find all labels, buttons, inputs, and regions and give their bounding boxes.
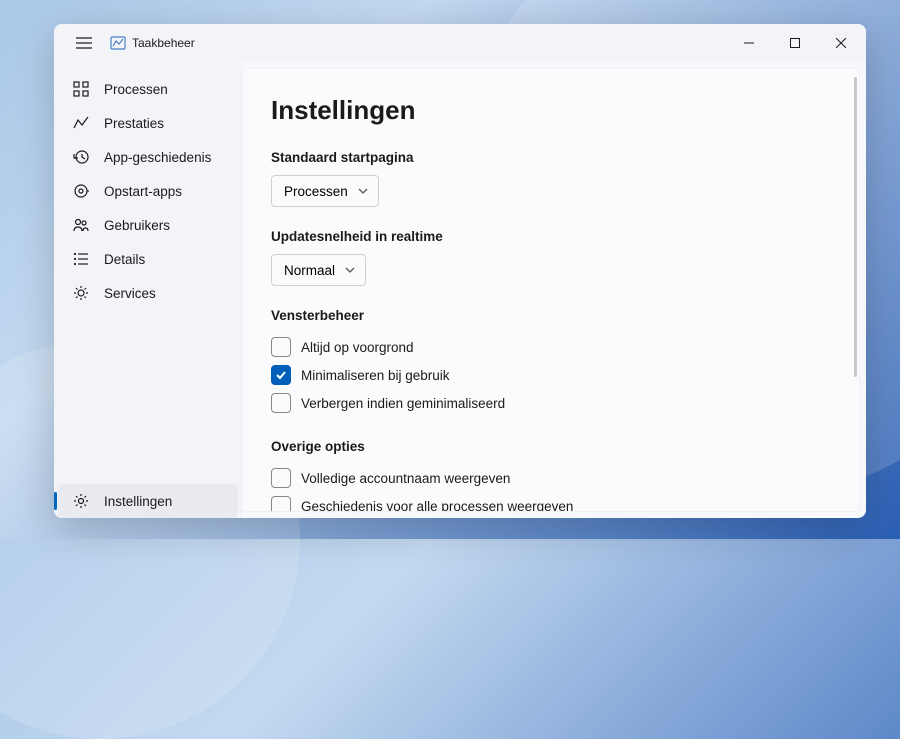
sidebar-item-label: App-geschiedenis — [104, 150, 211, 165]
titlebar: Taakbeheer — [54, 24, 866, 62]
users-icon — [72, 216, 90, 234]
close-icon — [836, 38, 846, 48]
checkbox-icon — [271, 496, 291, 512]
select-value: Normaal — [284, 263, 335, 278]
section-update-speed: Updatesnelheid in realtime Normaal — [271, 229, 849, 286]
minimize-button[interactable] — [726, 24, 772, 62]
sidebar-item-label: Instellingen — [104, 494, 172, 509]
sidebar: Processen Prestaties App-geschiedenis Op… — [54, 62, 242, 518]
checkbox-label: Geschiedenis voor alle processen weergev… — [301, 499, 573, 513]
section-label: Vensterbeheer — [271, 308, 849, 323]
sidebar-item-label: Opstart-apps — [104, 184, 182, 199]
default-startpage-select[interactable]: Processen — [271, 175, 379, 207]
app-title: Taakbeheer — [132, 36, 195, 50]
checkbox-always-on-top[interactable]: Altijd op voorgrond — [271, 333, 849, 361]
scrollbar[interactable] — [854, 77, 857, 377]
sidebar-item-label: Gebruikers — [104, 218, 170, 233]
section-label: Overige opties — [271, 439, 849, 454]
section-other-options: Overige opties Volledige accountnaam wee… — [271, 439, 849, 512]
section-window-management: Vensterbeheer Altijd op voorgrond Minima… — [271, 308, 849, 417]
section-label: Standaard startpagina — [271, 150, 849, 165]
history-icon — [72, 148, 90, 166]
services-icon — [72, 284, 90, 302]
sidebar-item-label: Processen — [104, 82, 168, 97]
checkbox-history-all-processes[interactable]: Geschiedenis voor alle processen weergev… — [271, 492, 849, 512]
sidebar-item-instellingen[interactable]: Instellingen — [58, 484, 238, 518]
page-title: Instellingen — [271, 95, 849, 126]
sidebar-item-app-geschiedenis[interactable]: App-geschiedenis — [58, 140, 238, 174]
select-value: Processen — [284, 184, 348, 199]
checkbox-icon — [271, 393, 291, 413]
sidebar-item-label: Prestaties — [104, 116, 164, 131]
checkbox-icon — [271, 468, 291, 488]
checkbox-icon — [271, 365, 291, 385]
performance-icon — [72, 114, 90, 132]
checkbox-label: Volledige accountnaam weergeven — [301, 471, 510, 486]
checkbox-label: Verbergen indien geminimaliseerd — [301, 396, 505, 411]
hamburger-button[interactable] — [66, 25, 102, 61]
sidebar-item-label: Services — [104, 286, 156, 301]
grid-icon — [72, 80, 90, 98]
checkbox-icon — [271, 337, 291, 357]
gear-icon — [72, 492, 90, 510]
close-button[interactable] — [818, 24, 864, 62]
app-icon — [110, 35, 126, 51]
update-speed-select[interactable]: Normaal — [271, 254, 366, 286]
checkbox-hide-when-minimized[interactable]: Verbergen indien geminimaliseerd — [271, 389, 849, 417]
checkbox-minimize-on-use[interactable]: Minimaliseren bij gebruik — [271, 361, 849, 389]
checkbox-full-account-name[interactable]: Volledige accountnaam weergeven — [271, 464, 849, 492]
content-area: Instellingen Standaard startpagina Proce… — [242, 68, 860, 512]
startup-icon — [72, 182, 90, 200]
app-window: Taakbeheer Processen — [54, 24, 866, 518]
checkbox-label: Minimaliseren bij gebruik — [301, 368, 450, 383]
section-default-startpage: Standaard startpagina Processen — [271, 150, 849, 207]
chevron-down-icon — [358, 186, 368, 196]
sidebar-item-services[interactable]: Services — [58, 276, 238, 310]
sidebar-item-opstart-apps[interactable]: Opstart-apps — [58, 174, 238, 208]
checkbox-label: Altijd op voorgrond — [301, 340, 414, 355]
list-icon — [72, 250, 90, 268]
chevron-down-icon — [345, 265, 355, 275]
window-controls — [726, 24, 864, 62]
maximize-icon — [790, 38, 800, 48]
body-area: Processen Prestaties App-geschiedenis Op… — [54, 62, 866, 518]
sidebar-item-details[interactable]: Details — [58, 242, 238, 276]
sidebar-item-processen[interactable]: Processen — [58, 72, 238, 106]
hamburger-icon — [76, 37, 92, 49]
maximize-button[interactable] — [772, 24, 818, 62]
section-label: Updatesnelheid in realtime — [271, 229, 849, 244]
sidebar-item-gebruikers[interactable]: Gebruikers — [58, 208, 238, 242]
sidebar-item-prestaties[interactable]: Prestaties — [58, 106, 238, 140]
minimize-icon — [744, 38, 754, 48]
sidebar-item-label: Details — [104, 252, 145, 267]
